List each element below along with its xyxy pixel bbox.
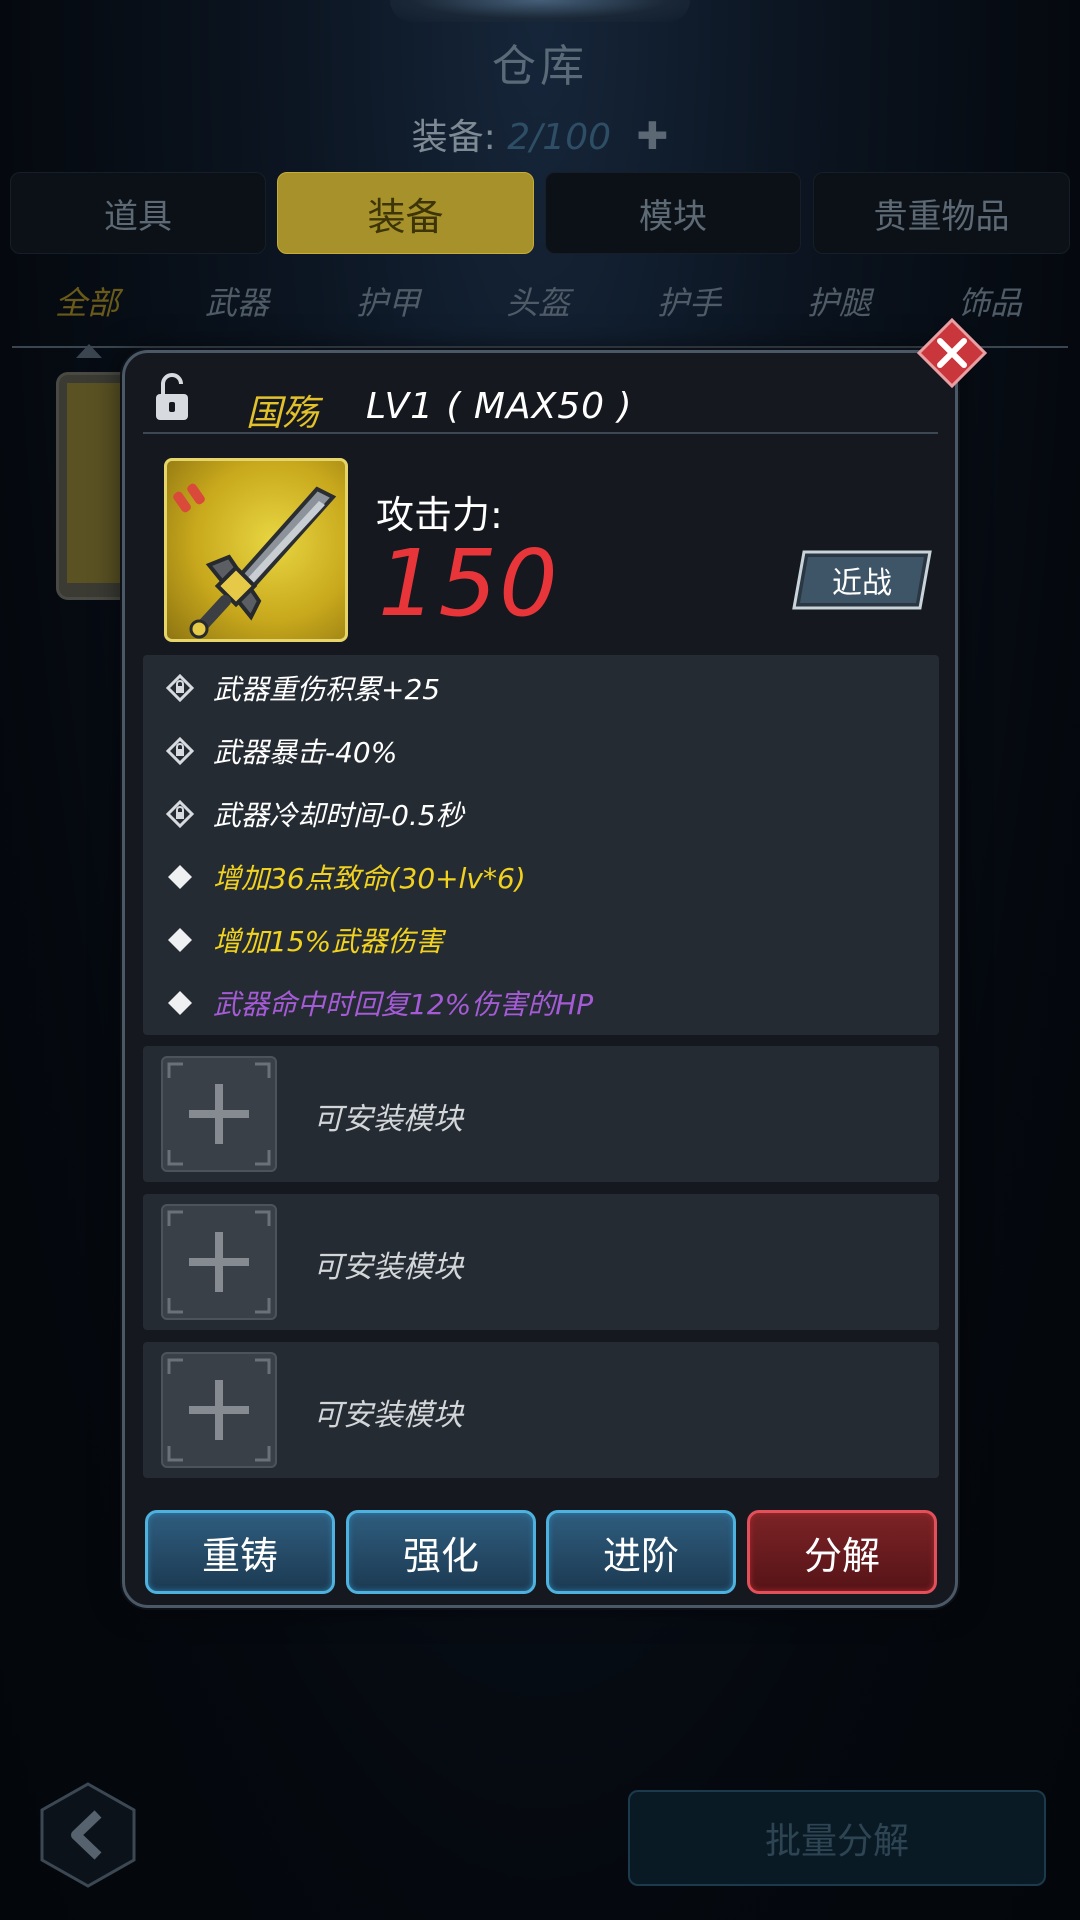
tab-items[interactable]: 道具 [10,172,266,254]
diamond-icon [165,862,195,892]
stat-text: 增加15%武器伤害 [213,925,444,958]
subtab-divider [12,346,1068,348]
stat-row: 武器冷却时间-0.5秒 [165,794,464,834]
stat-text: 武器冷却时间-0.5秒 [213,799,464,832]
subtab-leggings[interactable]: 护腿 [764,278,914,324]
stat-text: 武器命中时回复12%伤害的HP [213,988,594,1021]
attack-value: 150 [378,530,560,637]
stat-text: 武器暴击-40% [213,736,398,769]
selection-caret-icon [76,344,102,358]
diamond-icon [165,988,195,1018]
subtab-gloves[interactable]: 护手 [614,278,764,324]
module-slot-label: 可安装模块 [313,1102,463,1137]
back-button[interactable] [38,1780,138,1890]
advance-button[interactable]: 进阶 [546,1510,736,1594]
subtab-helmet[interactable]: 头盔 [463,278,613,324]
page-title: 仓库 [492,41,588,92]
sword-icon [173,483,337,639]
stat-row: 武器命中时回复12%伤害的HP [165,983,593,1023]
stat-text: 增加36点致命(30+lv*6) [213,862,526,895]
add-module-button[interactable] [161,1352,277,1468]
reforge-button[interactable]: 重铸 [145,1510,335,1594]
lock-diamond-icon [165,673,195,703]
subtab-all[interactable]: 全部 [12,278,162,324]
item-name: 国殇 [246,393,319,434]
add-module-button[interactable] [161,1204,277,1320]
tab-modules[interactable]: 模块 [545,172,801,254]
header-glow [390,0,690,22]
plus-icon[interactable]: ✚ [636,114,668,158]
header-divider [143,432,938,434]
add-module-button[interactable] [161,1056,277,1172]
item-level: LV1 ( MAX50 ) [366,386,633,427]
weapon-type-label: 近战 [832,566,892,601]
enhance-button[interactable]: 强化 [346,1510,536,1594]
module-slot[interactable]: 可安装模块 [143,1046,939,1182]
subtab-armor[interactable]: 护甲 [313,278,463,324]
batch-dismantle-button[interactable]: 批量分解 [628,1790,1046,1886]
item-icon-frame [164,458,348,642]
stat-row: 武器暴击-40% [165,731,397,771]
plus-icon [167,1358,271,1462]
tab-valuables[interactable]: 贵重物品 [813,172,1070,254]
weapon-type-badge: 近战 [792,550,932,610]
stat-row: 武器重伤积累+25 [165,668,440,708]
plus-icon [167,1210,271,1314]
capacity-label: 装备: [411,117,496,158]
tab-equipment[interactable]: 装备 [277,172,534,254]
capacity-value: 2/100 [507,117,612,158]
subtab-weapons[interactable]: 武器 [162,278,312,324]
module-slot-label: 可安装模块 [313,1398,463,1433]
module-slot[interactable]: 可安装模块 [143,1194,939,1330]
stat-row: 增加36点致命(30+lv*6) [165,857,526,897]
module-slot-label: 可安装模块 [313,1250,463,1285]
stat-row: 增加15%武器伤害 [165,920,443,960]
dismantle-button[interactable]: 分解 [747,1510,937,1594]
capacity-readout: 装备: 2/100 ✚ [0,108,1080,160]
close-button[interactable] [917,318,987,388]
stats-panel: 武器重伤积累+25 武器暴击-40% 武器冷却时间-0.5秒 增加36点致命(3… [143,655,939,1035]
stat-text: 武器重伤积累+25 [213,673,441,706]
lock-diamond-icon [165,736,195,766]
plus-icon [167,1062,271,1166]
lock-diamond-icon [165,799,195,829]
module-slot[interactable]: 可安装模块 [143,1342,939,1478]
diamond-icon [165,925,195,955]
unlocked-padlock-icon[interactable] [154,372,190,422]
